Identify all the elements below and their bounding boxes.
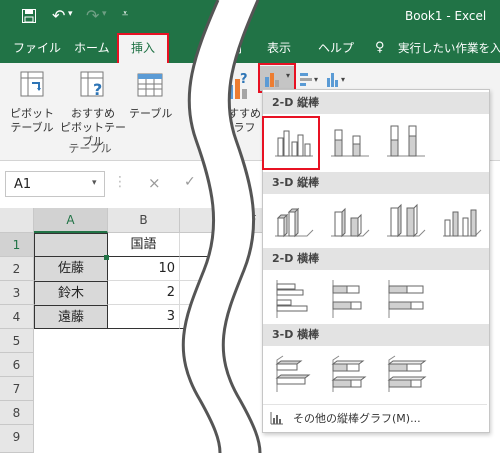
cancel-icon[interactable]: × [148, 174, 161, 192]
more-column-charts-label: その他の縦棒グラフ(M)... [293, 412, 421, 425]
more-charts-icon [270, 412, 283, 425]
tab-help[interactable]: ヘルプ [318, 33, 354, 63]
column-header-a[interactable]: A [34, 208, 108, 233]
3d-clustered-column-icon[interactable] [269, 200, 317, 246]
select-all-corner[interactable] [0, 208, 34, 233]
undo-icon[interactable]: ↶ [52, 6, 65, 25]
window-title: Book1 - Excel [405, 9, 487, 23]
redo-dropdown-icon: ▾ [102, 9, 107, 19]
section-3d-column: 3-D 縦棒 [263, 172, 489, 194]
3d-stacked-bar-icon[interactable] [325, 352, 373, 398]
name-box[interactable]: A1 ▾ [5, 171, 105, 197]
cell-a1[interactable] [34, 233, 108, 257]
break-wave [181, 0, 262, 453]
tab-view[interactable]: 表示 [267, 33, 291, 63]
group-label-tables: テーブル [68, 142, 112, 155]
cell-a4[interactable]: 遠藤 [34, 305, 108, 329]
row-header-3[interactable]: 3 [0, 281, 34, 305]
3d-100-stacked-bar-icon[interactable] [381, 352, 429, 398]
row-header-1[interactable]: 1 [0, 233, 34, 257]
svg-text:▾: ▾ [341, 75, 345, 84]
more-column-charts-item[interactable]: その他の縦棒グラフ(M)... [267, 408, 485, 428]
svg-text:?: ? [93, 80, 102, 99]
name-box-value: A1 [14, 177, 32, 192]
highlight-clustered-column [262, 116, 320, 170]
redo-icon: ↷ [86, 6, 100, 25]
section-3d-bar: 3-D 横棒 [263, 324, 489, 346]
cell-a3[interactable]: 鈴木 [34, 281, 108, 305]
3d-100-stacked-column-icon[interactable] [381, 200, 429, 246]
tell-me-input[interactable]: 実行したい作業を入 [398, 33, 500, 63]
recommended-pivot-icon: ? [80, 71, 104, 99]
100-stacked-bar-icon[interactable] [381, 276, 429, 322]
row-header-9[interactable]: 9 [0, 425, 34, 453]
section-2d-column: 2-D 縦棒 [263, 92, 489, 114]
3d-stacked-column-icon[interactable] [325, 200, 373, 246]
row-header-2[interactable]: 2 [0, 257, 34, 281]
undo-dropdown-icon[interactable]: ▾ [68, 9, 73, 19]
fill-handle[interactable] [104, 255, 109, 260]
tab-file[interactable]: ファイル [13, 33, 61, 63]
pivot-table-icon [20, 71, 44, 97]
3d-column-icon[interactable] [437, 200, 485, 246]
row-header-6[interactable]: 6 [0, 353, 34, 377]
chevron-down-icon[interactable]: ▾ [92, 178, 97, 188]
lightbulb-icon: ♀ [375, 40, 385, 55]
row-header-4[interactable]: 4 [0, 305, 34, 329]
save-icon[interactable] [22, 9, 36, 23]
customize-qat-icon[interactable]: ⩡ [122, 7, 128, 21]
row-header-7[interactable]: 7 [0, 377, 34, 401]
svg-text:▾: ▾ [314, 75, 318, 84]
stacked-column-icon[interactable] [325, 120, 373, 166]
100-stacked-column-icon[interactable] [381, 120, 429, 166]
3d-clustered-bar-icon[interactable] [269, 352, 317, 398]
section-2d-bar: 2-D 横棒 [263, 248, 489, 270]
menu-divider [263, 404, 487, 405]
row-header-8[interactable]: 8 [0, 401, 34, 425]
clustered-bar-icon[interactable] [269, 276, 317, 322]
line-chart-icon[interactable]: ▾ [299, 70, 323, 88]
tab-home[interactable]: ホーム [74, 33, 110, 63]
row-header-5[interactable]: 5 [0, 329, 34, 353]
stacked-bar-icon[interactable] [325, 276, 373, 322]
cell-a2[interactable]: 佐藤 [34, 257, 108, 281]
more-options-icon: ⋮ [113, 174, 127, 190]
pivot-table-button[interactable]: ピボット テーブル [6, 107, 58, 135]
statistics-chart-icon[interactable]: ▾ [326, 70, 350, 88]
